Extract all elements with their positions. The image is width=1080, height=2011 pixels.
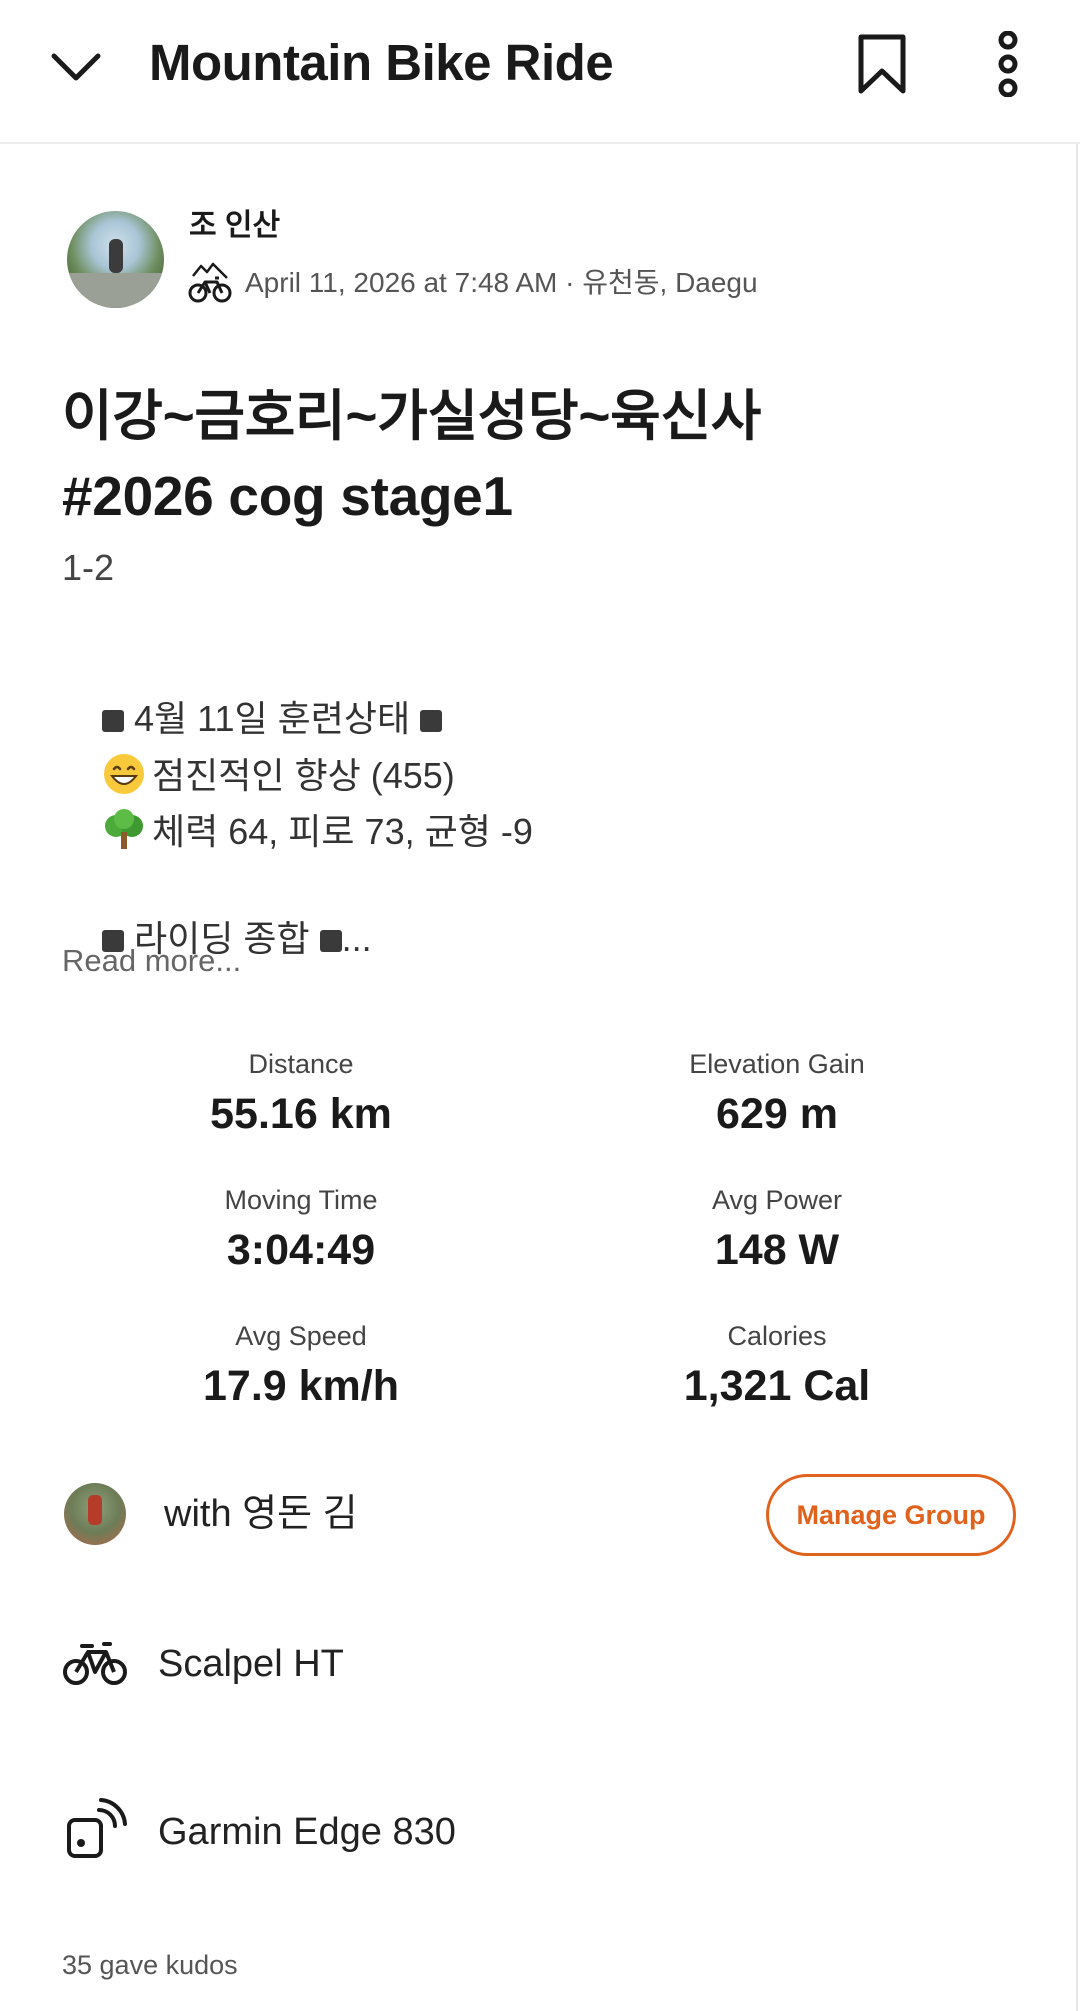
- stat-value: 148 W: [714, 1226, 840, 1274]
- activity-meta: April 11, 2026 at 7:48 AM · 유천동, Daegu: [187, 262, 758, 304]
- author-name[interactable]: 조 인산: [189, 206, 280, 246]
- stat-label: Moving Time: [224, 1185, 378, 1215]
- bike-gear-icon-wrap: [60, 1634, 130, 1694]
- back-button[interactable]: [36, 26, 116, 106]
- stat-label: Avg Power: [711, 1185, 843, 1215]
- bicycle-icon: [63, 1642, 127, 1685]
- stat-value: 629 m: [716, 1090, 838, 1138]
- avatar-photo-rider: [109, 239, 123, 273]
- stat-value: 1,321 Cal: [683, 1362, 871, 1410]
- bookmark-button[interactable]: [842, 24, 922, 104]
- activity-date-location: April 11, 2026 at 7:48 AM · 유천동, Daegu: [245, 267, 758, 298]
- device-signal-icon: [67, 1798, 127, 1858]
- read-more-link[interactable]: Read more...: [62, 940, 241, 982]
- avatar-photo-rider: [88, 1495, 102, 1525]
- manage-group-button[interactable]: Manage Group: [766, 1474, 1016, 1556]
- avatar-photo-ground: [67, 273, 164, 308]
- tree-emoji-icon: [105, 809, 144, 849]
- scroll-edge-divider: [1076, 144, 1078, 2011]
- stat-calories: Calories 1,321 Cal: [567, 1318, 987, 1414]
- more-vertical-icon: [998, 31, 1018, 97]
- more-options-button[interactable]: [968, 24, 1048, 104]
- black-square-icon: [319, 930, 342, 952]
- device-gear-icon-wrap: [60, 1798, 130, 1860]
- bike-name[interactable]: Scalpel HT: [158, 1641, 344, 1687]
- stat-moving-time: Moving Time 3:04:49: [91, 1182, 511, 1278]
- stat-elevation-gain: Elevation Gain 629 m: [567, 1046, 987, 1142]
- group-member-avatar[interactable]: [64, 1483, 126, 1545]
- kudos-count[interactable]: 35 gave kudos: [62, 1947, 238, 1983]
- stat-avg-speed: Avg Speed 17.9 km/h: [91, 1318, 511, 1414]
- bookmark-icon: [858, 34, 906, 94]
- device-name[interactable]: Garmin Edge 830: [158, 1809, 456, 1855]
- stat-avg-power: Avg Power 148 W: [567, 1182, 987, 1278]
- description-line-4: 라이딩 종합 ...: [62, 870, 372, 1008]
- stat-distance: Distance 55.16 km: [91, 1046, 511, 1142]
- activity-title: 이강~금호리~가실성당~육신사 #2026 cog stage1: [62, 385, 762, 527]
- stat-label: Elevation Gain: [689, 1049, 865, 1079]
- stat-label: Distance: [248, 1049, 354, 1079]
- stat-label: Calories: [727, 1321, 827, 1351]
- stat-label: Avg Speed: [235, 1321, 367, 1351]
- page-title: Mountain Bike Ride: [149, 34, 614, 91]
- activity-detail-page: Mountain Bike Ride 조 인산 April 11, 2026 a…: [0, 0, 1080, 2011]
- chevron-down-icon: [51, 53, 101, 81]
- stat-value: 55.16 km: [210, 1090, 392, 1138]
- author-avatar[interactable]: [67, 211, 164, 308]
- stat-value: 17.9 km/h: [203, 1362, 399, 1410]
- stat-value: 3:04:49: [226, 1226, 376, 1274]
- activity-subtitle: 1-2: [62, 547, 115, 588]
- mountain-bike-icon: [188, 262, 232, 303]
- top-app-bar: Mountain Bike Ride: [0, 0, 1080, 144]
- group-members-text[interactable]: with 영돈 김: [164, 1491, 358, 1537]
